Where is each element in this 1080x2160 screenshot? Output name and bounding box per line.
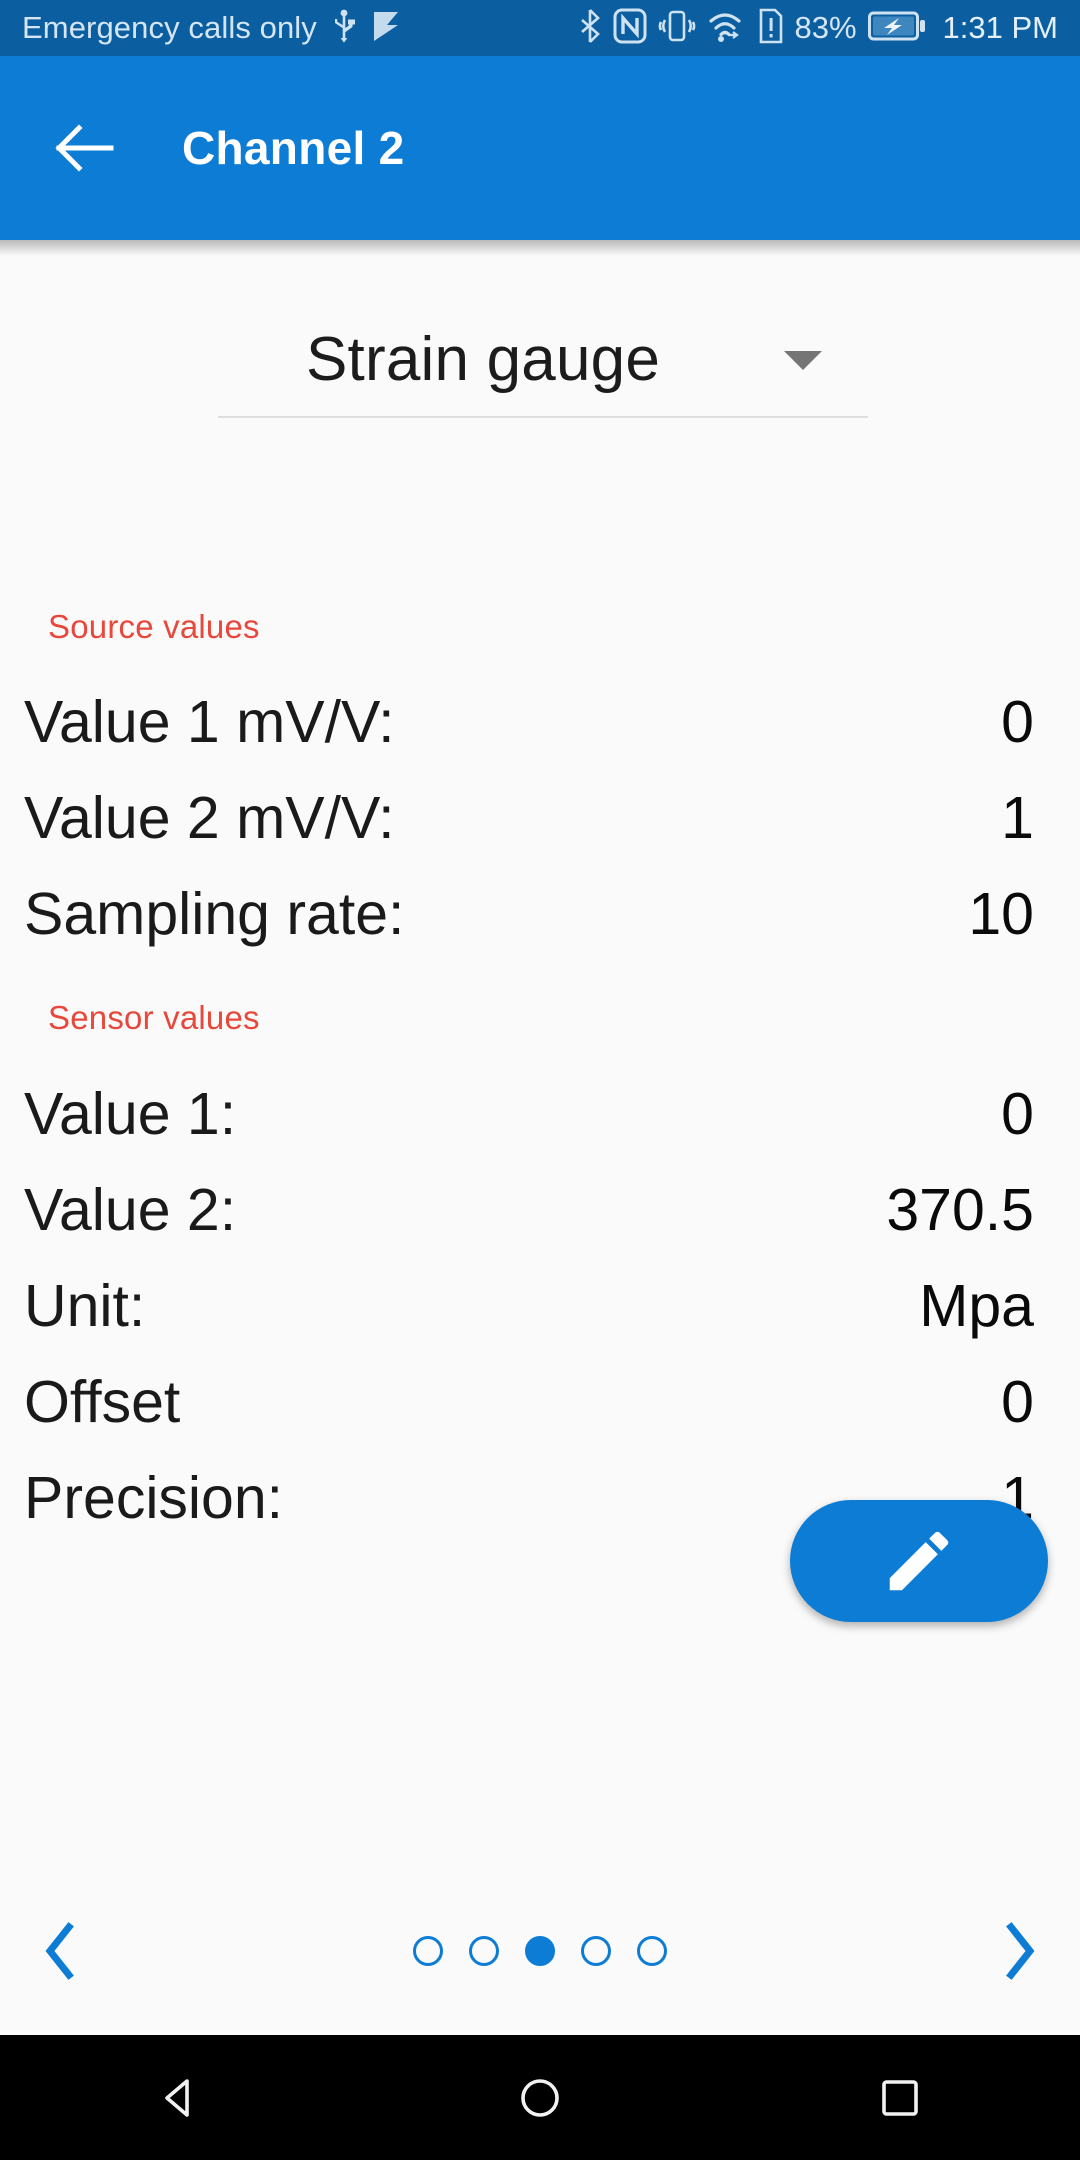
- usb-icon: [331, 9, 357, 48]
- chevron-right-icon: [1006, 1922, 1035, 1980]
- row-label: Value 2:: [24, 1177, 237, 1243]
- section-header-sensor-values: Sensor values: [48, 999, 260, 1036]
- page-dot-4[interactable]: [581, 1936, 611, 1966]
- page-dot-3[interactable]: [525, 1936, 555, 1966]
- row-label: Value 1:: [24, 1081, 237, 1147]
- clock-label: 1:31 PM: [942, 10, 1058, 45]
- app-bar-shadow: [0, 240, 1080, 256]
- row-value: 0: [1001, 689, 1034, 755]
- sensor-type-selected-label: Strain gauge: [306, 324, 660, 394]
- triangle-back-icon: [165, 2078, 189, 2117]
- nav-back-button[interactable]: [100, 2035, 260, 2160]
- vibrate-icon: [658, 8, 696, 49]
- wifi-icon: [707, 8, 747, 49]
- row-value2-mvv[interactable]: Value 2 mV/V: 1: [24, 772, 1034, 864]
- battery-percent-label: 83%: [794, 10, 857, 45]
- row-value: 10: [968, 881, 1034, 947]
- sim-alert-icon: [758, 8, 784, 49]
- bluetooth-icon: [578, 8, 602, 49]
- page-dot-5[interactable]: [637, 1936, 667, 1966]
- flag-icon: [371, 9, 401, 48]
- page-dots: [120, 1936, 960, 1966]
- nav-home-button[interactable]: [460, 2035, 620, 2160]
- edit-fab-button[interactable]: [790, 1500, 1048, 1622]
- back-button[interactable]: [48, 112, 120, 184]
- page-dot-1[interactable]: [413, 1936, 443, 1966]
- arrow-left-icon: [55, 124, 114, 172]
- row-value: Mpa: [919, 1273, 1034, 1339]
- content-area: Strain gauge Source values Value 1 mV/V:…: [0, 256, 1080, 2035]
- row-unit[interactable]: Unit: Mpa: [24, 1260, 1034, 1352]
- row-label: Value 1 mV/V:: [24, 689, 395, 755]
- status-bar: Emergency calls only 83% 1:31 PM: [0, 0, 1080, 56]
- row-sensor-value2[interactable]: Value 2: 370.5: [24, 1164, 1034, 1256]
- status-left-icons: [331, 9, 401, 48]
- row-label: Sampling rate:: [24, 881, 405, 947]
- sensor-type-spinner[interactable]: Strain gauge: [218, 308, 868, 418]
- pager-prev-button[interactable]: [0, 1896, 120, 2006]
- status-right-icons: 83% 1:31 PM: [578, 8, 1058, 49]
- chevron-down-icon: [784, 350, 822, 370]
- pager-next-button[interactable]: [960, 1896, 1080, 2006]
- row-label: Precision:: [24, 1465, 284, 1531]
- row-label: Unit:: [24, 1273, 146, 1339]
- row-value1-mvv[interactable]: Value 1 mV/V: 0: [24, 676, 1034, 768]
- row-sampling-rate[interactable]: Sampling rate: 10: [24, 868, 1034, 960]
- row-offset[interactable]: Offset 0: [24, 1356, 1034, 1448]
- square-recents-icon: [882, 2079, 918, 2116]
- pager: [0, 1896, 1080, 2006]
- row-sensor-value1[interactable]: Value 1: 0: [24, 1068, 1034, 1160]
- section-header-source-values: Source values: [48, 608, 260, 645]
- carrier-label: Emergency calls only: [22, 10, 317, 45]
- nav-recents-button[interactable]: [820, 2035, 980, 2160]
- row-value: 370.5: [886, 1177, 1034, 1243]
- pencil-edit-icon: [889, 1531, 949, 1591]
- nfc-icon: [613, 8, 647, 49]
- row-value: 0: [1001, 1081, 1034, 1147]
- system-nav-bar: [0, 2035, 1080, 2160]
- page-title: Channel 2: [182, 122, 405, 174]
- row-label: Value 2 mV/V:: [24, 785, 395, 851]
- page-dot-2[interactable]: [469, 1936, 499, 1966]
- battery-charging-icon: [867, 10, 926, 47]
- row-value: 1: [1001, 785, 1034, 851]
- app-bar: Channel 2: [0, 56, 1080, 240]
- circle-home-icon: [521, 2078, 559, 2117]
- row-value: 0: [1001, 1369, 1034, 1435]
- chevron-left-icon: [45, 1922, 74, 1980]
- row-label: Offset: [24, 1369, 181, 1435]
